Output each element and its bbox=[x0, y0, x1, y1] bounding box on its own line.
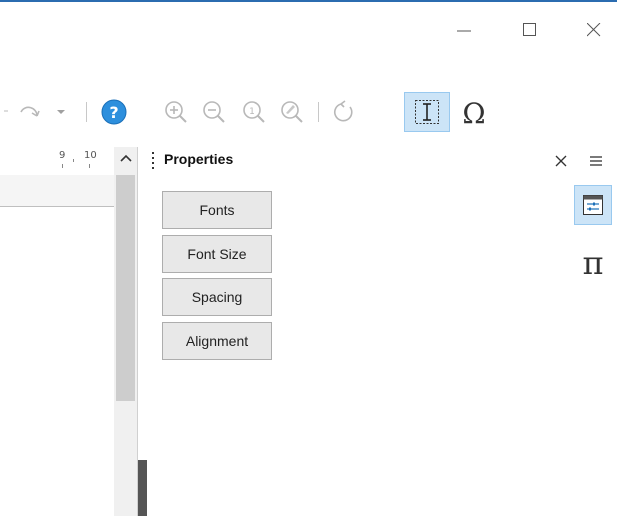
scrollbar-thumb[interactable] bbox=[116, 175, 135, 401]
svg-text:π: π bbox=[582, 246, 603, 278]
redo-button[interactable] bbox=[12, 92, 48, 132]
svg-text:1: 1 bbox=[249, 107, 255, 117]
svg-text:?: ? bbox=[109, 103, 118, 122]
minimize-button[interactable] bbox=[448, 14, 480, 46]
close-window-button[interactable] bbox=[578, 14, 610, 46]
hamburger-menu-icon bbox=[590, 156, 602, 166]
chevron-up-icon bbox=[119, 154, 132, 162]
redo-dropdown-button[interactable] bbox=[50, 92, 72, 132]
close-icon bbox=[587, 23, 601, 37]
maximize-icon bbox=[523, 23, 536, 36]
zoom-out-button[interactable] bbox=[196, 92, 232, 132]
zoom-in-button[interactable] bbox=[158, 92, 194, 132]
ruler-label-10: 10 bbox=[84, 150, 97, 161]
panel-title: Properties bbox=[164, 151, 234, 167]
document-page-top bbox=[0, 175, 114, 207]
spacing-button[interactable]: Spacing bbox=[162, 278, 272, 316]
redo-icon bbox=[20, 106, 40, 117]
zoom-in-icon bbox=[165, 101, 187, 123]
text-cursor-icon bbox=[415, 100, 439, 124]
rotate-icon bbox=[334, 100, 353, 122]
sidebar-splitter-handle[interactable] bbox=[138, 460, 147, 516]
help-button[interactable]: ? bbox=[94, 92, 134, 132]
vertical-scrollbar[interactable] bbox=[114, 147, 138, 516]
panel-grip-icon[interactable] bbox=[152, 152, 156, 172]
zoom-out-icon bbox=[203, 101, 225, 123]
tab-elements[interactable]: π bbox=[574, 242, 612, 282]
standard-toolbar: ? 1 Ω bbox=[0, 92, 617, 136]
zoom-tool-icon bbox=[281, 101, 303, 123]
chevron-down-icon bbox=[57, 110, 65, 114]
toolbar-overflow-edge bbox=[0, 92, 8, 132]
text-cursor-button[interactable] bbox=[404, 92, 450, 132]
zoom-100-icon: 1 bbox=[243, 101, 265, 123]
close-icon bbox=[555, 155, 567, 167]
svg-text:Ω: Ω bbox=[462, 97, 485, 127]
minimize-icon bbox=[457, 30, 471, 32]
special-character-button[interactable]: Ω bbox=[454, 92, 494, 132]
pi-elements-icon: π bbox=[582, 246, 603, 278]
properties-icon bbox=[583, 195, 603, 215]
maximize-button[interactable] bbox=[514, 14, 546, 46]
zoom-tool-button[interactable] bbox=[274, 92, 310, 132]
omega-special-character-icon: Ω bbox=[462, 97, 485, 127]
fonts-button[interactable]: Fonts bbox=[162, 191, 272, 229]
rotate-button[interactable] bbox=[324, 92, 364, 132]
font-size-button[interactable]: Font Size bbox=[162, 235, 272, 273]
horizontal-ruler: 9 10 bbox=[0, 147, 114, 175]
tab-properties[interactable] bbox=[574, 185, 612, 225]
close-panel-button[interactable] bbox=[549, 149, 573, 173]
help-icon: ? bbox=[101, 99, 127, 125]
scroll-up-button[interactable] bbox=[114, 147, 137, 169]
alignment-button[interactable]: Alignment bbox=[162, 322, 272, 360]
window-top-border bbox=[0, 0, 617, 2]
panel-menu-button[interactable] bbox=[584, 151, 608, 171]
ruler-label-9: 9 bbox=[59, 150, 66, 161]
zoom-100-button[interactable]: 1 bbox=[236, 92, 272, 132]
document-canvas[interactable] bbox=[0, 178, 114, 516]
